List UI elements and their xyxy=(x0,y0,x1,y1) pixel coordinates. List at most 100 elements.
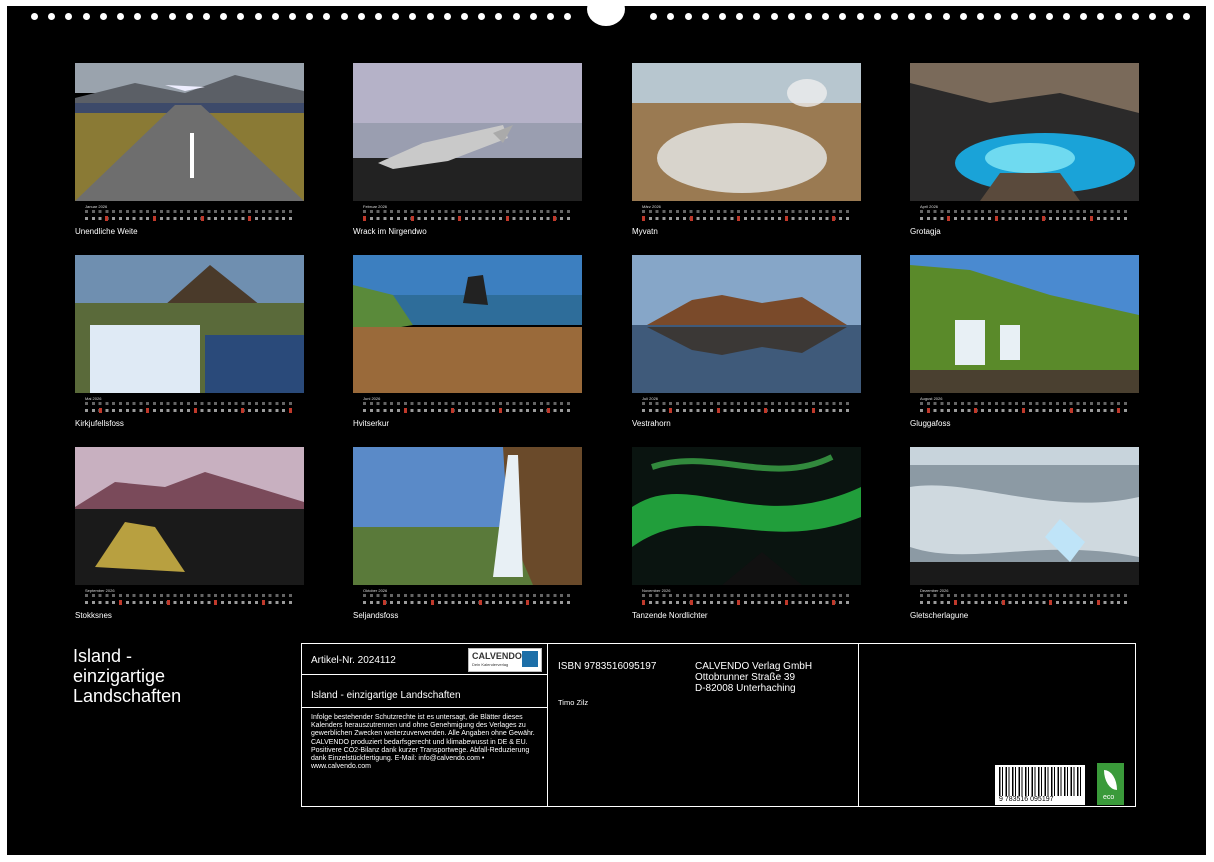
binding-hole xyxy=(1114,13,1122,20)
binding-hole xyxy=(1131,13,1139,20)
sunday-marker xyxy=(499,408,502,413)
day-grid xyxy=(642,401,852,415)
binding-hole xyxy=(185,13,193,20)
photo-gluggafoss xyxy=(910,255,1139,393)
binding-hole xyxy=(959,13,967,20)
sunday-marker xyxy=(458,216,462,221)
month-august[interactable]: August 2026 Gluggafoss xyxy=(910,255,1139,435)
barcode: 9 783516 095197 xyxy=(995,765,1085,805)
sunday-marker xyxy=(200,216,204,221)
binding-hole xyxy=(254,13,262,20)
sunday-marker xyxy=(832,600,836,605)
binding-hole xyxy=(547,13,554,20)
calendar-title: Island - einzigartige Landschaften xyxy=(73,646,182,706)
binding-hole xyxy=(1183,13,1191,20)
binding-hole xyxy=(719,13,726,20)
sunday-marker xyxy=(153,216,156,221)
month-march[interactable]: März 2026 Myvatn xyxy=(632,63,861,243)
binding-hole xyxy=(753,13,761,20)
calvendo-logo: CALVENDO Dein Kalenderverlag xyxy=(468,648,542,672)
sunday-marker xyxy=(146,408,150,413)
author: Timo Zilz xyxy=(558,698,589,707)
binding-hole xyxy=(1045,13,1053,20)
binding-hole xyxy=(65,13,73,20)
day-grid xyxy=(642,209,852,223)
binding-hole xyxy=(478,13,486,20)
binding-hole xyxy=(891,13,898,20)
binding-hole xyxy=(667,13,675,20)
photo-vestrahorn xyxy=(632,255,861,393)
binding-hole xyxy=(856,13,864,20)
sunday-marker xyxy=(994,216,998,221)
month-july[interactable]: Juli 2026 Vestrahorn xyxy=(632,255,861,435)
sunday-marker xyxy=(1049,600,1053,605)
sunday-marker xyxy=(451,408,455,413)
binding-hole xyxy=(289,13,296,20)
sunday-marker xyxy=(383,600,387,605)
binding-hole xyxy=(409,13,417,20)
month-september[interactable]: September 2026 Stokksnes xyxy=(75,447,304,627)
binding-hole xyxy=(873,13,881,20)
binding-hole xyxy=(306,13,314,20)
month-october[interactable]: Oktober 2026 Seljandsfoss xyxy=(353,447,582,627)
binding-hole xyxy=(220,13,228,20)
sunday-marker xyxy=(812,408,815,413)
photo-caption: Grotagja xyxy=(910,227,941,236)
binding-hole xyxy=(443,13,451,20)
month-january[interactable]: Januar 2026 Unendliche Weite xyxy=(75,63,304,243)
month-may[interactable]: Mai 2026 Kirkjufellsfoss xyxy=(75,255,304,435)
binding-hole xyxy=(99,13,107,20)
photo-caption: Tanzende Nordlichter xyxy=(632,611,708,620)
binding-hole xyxy=(168,13,176,20)
leaf-icon xyxy=(1104,770,1117,790)
binding-hole xyxy=(1011,13,1019,20)
sunday-marker xyxy=(553,216,557,221)
sunday-marker xyxy=(526,600,530,605)
sunday-marker xyxy=(214,600,218,605)
binding-hole xyxy=(684,13,692,20)
day-grid xyxy=(85,401,295,415)
month-february[interactable]: Februar 2026 Wrack im Nirgendwo xyxy=(353,63,582,243)
month-december[interactable]: Dezember 2026 Gletscherlagune xyxy=(910,447,1139,627)
photo-seljandsfoss xyxy=(353,447,582,585)
binding-hole xyxy=(31,13,38,20)
sunday-marker xyxy=(737,600,741,605)
eco-badge: eco xyxy=(1097,763,1124,805)
month-november[interactable]: November 2026 Tanzende Nordlichter xyxy=(632,447,861,627)
binding-hole xyxy=(564,13,572,20)
photo-caption: Vestrahorn xyxy=(632,419,671,428)
sunday-marker xyxy=(784,600,788,605)
photo-caption: Gluggafoss xyxy=(910,419,951,428)
sunday-marker xyxy=(642,216,645,221)
binding-hole xyxy=(650,13,658,20)
photo-caption: Hvitserkur xyxy=(353,419,390,428)
binding-hole xyxy=(512,13,520,20)
binding-hole xyxy=(925,13,933,20)
sunday-marker xyxy=(289,408,292,413)
sunday-marker xyxy=(689,216,693,221)
photo-caption: Kirkjufellsfoss xyxy=(75,419,124,428)
binding-hole xyxy=(357,13,365,20)
barcode-number: 9 783516 095197 xyxy=(999,796,1054,803)
binding-hole xyxy=(151,13,159,20)
binding-hole xyxy=(392,13,400,20)
sunday-marker xyxy=(716,408,720,413)
binding-hole xyxy=(461,13,468,20)
sunday-marker xyxy=(764,408,768,413)
sunday-marker xyxy=(1069,408,1073,413)
month-april[interactable]: April 2026 Grotagja xyxy=(910,63,1139,243)
sunday-marker xyxy=(478,600,482,605)
photo-caption: Gletscherlagune xyxy=(910,611,969,620)
binding-hole xyxy=(237,13,245,20)
sunday-marker xyxy=(926,408,930,413)
month-june[interactable]: Juni 2026 Hvitserkur xyxy=(353,255,582,435)
imprint-panel: Artikel-Nr. 2024112 CALVENDO Dein Kalend… xyxy=(301,643,1136,807)
photo-caption: Unendliche Weite xyxy=(75,227,138,236)
binding-hole xyxy=(82,13,90,20)
publisher-address: CALVENDO Verlag GmbH Ottobrunner Straße … xyxy=(695,661,813,694)
logo-mark-icon xyxy=(522,651,538,667)
calendar-subtitle: Island - einzigartige Landschaften xyxy=(311,690,461,701)
binding-hole xyxy=(48,13,56,20)
sunday-marker xyxy=(505,216,509,221)
binding-hole xyxy=(770,13,778,20)
